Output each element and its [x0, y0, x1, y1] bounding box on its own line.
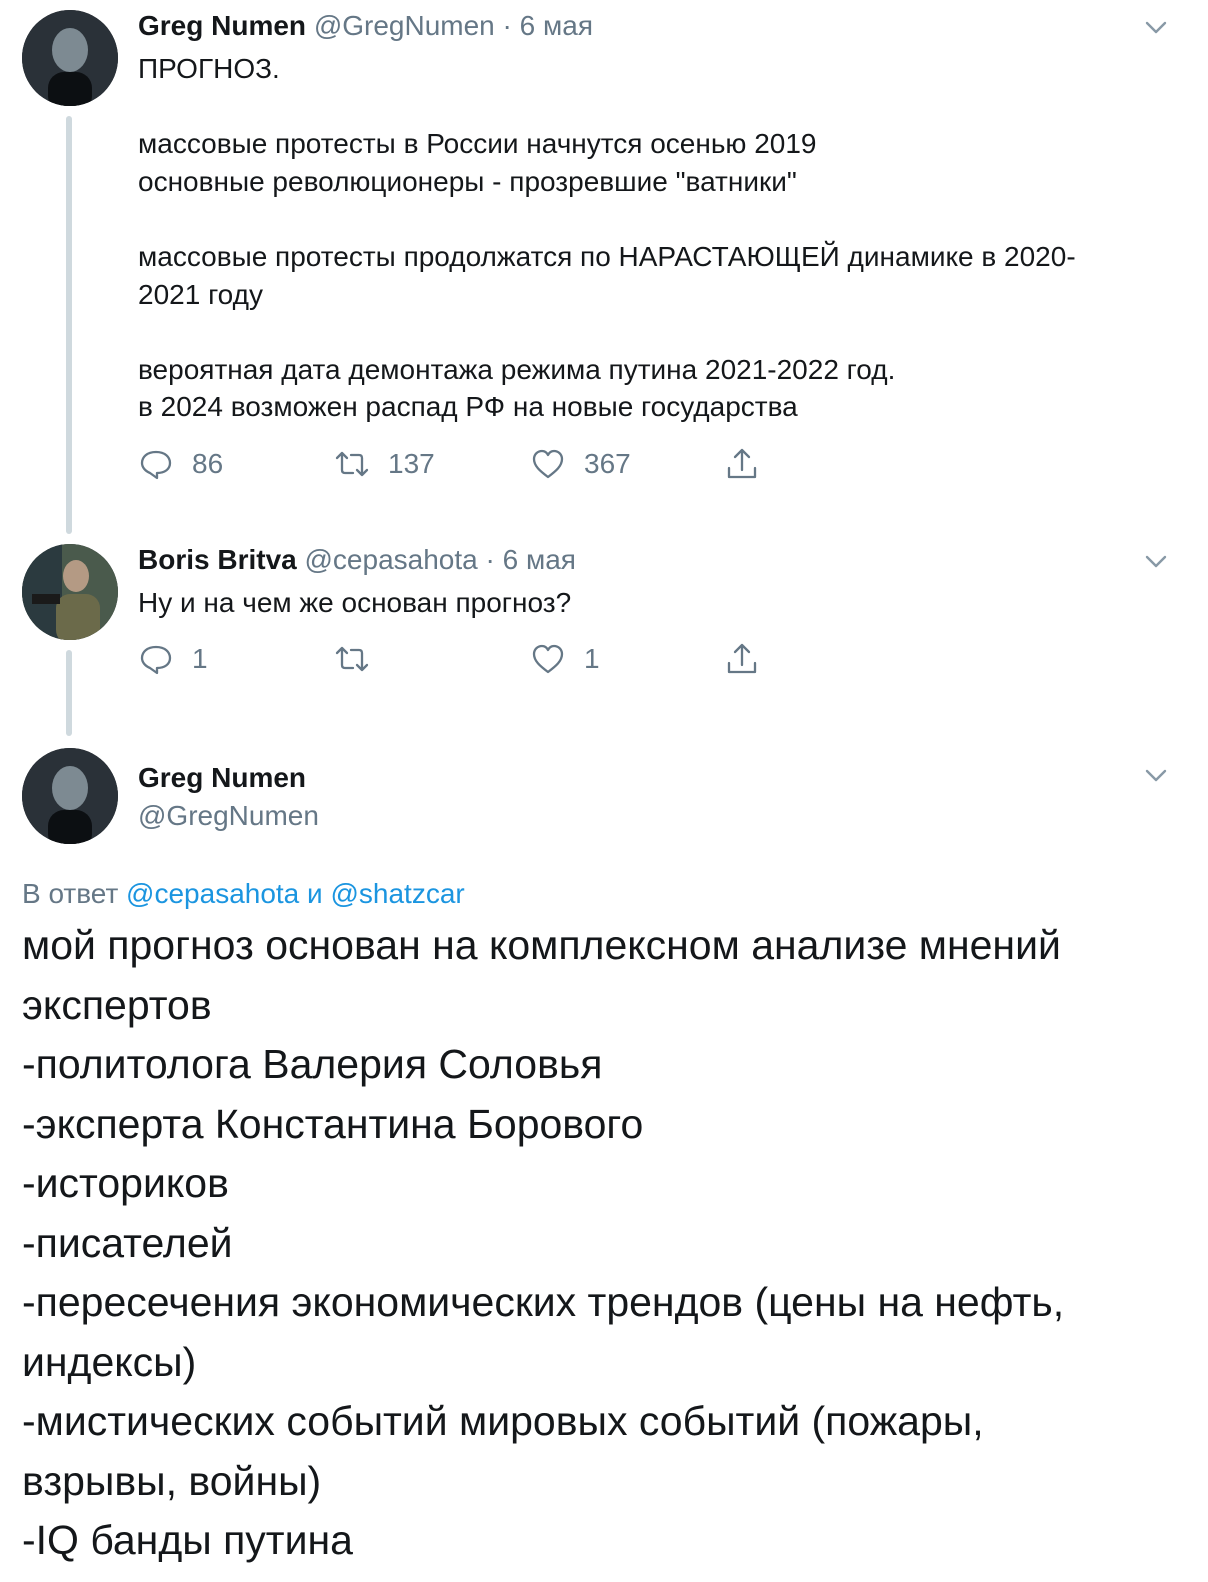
heart-icon [532, 449, 564, 479]
avatar-boris-britva[interactable] [22, 544, 118, 640]
reply-to-and: и [307, 878, 323, 909]
tweet1-separator: · [502, 10, 512, 41]
reply-to-prefix: В ответ [22, 878, 119, 909]
reply-to-line: В ответ @cepasahota и @shatzcar [22, 878, 465, 910]
avatar-image [22, 10, 118, 106]
tweet1-like-count: 367 [584, 448, 631, 479]
tweet1-text-line: ПРОГНОЗ. [138, 53, 280, 84]
tweet3-text-line: мой прогноз основан на комплексном анали… [22, 922, 1061, 968]
thread-line [66, 116, 72, 534]
heart-icon [532, 644, 564, 674]
tweet3-author-handle[interactable]: @GregNumen [138, 800, 319, 832]
tweet3-text-line: -эксперта Константина Борового [22, 1100, 644, 1147]
tweet1-reply-count: 86 [192, 448, 224, 479]
tweet1-header: Greg Numen @GregNumen · 6 мая [138, 10, 593, 42]
tweet2-separator: · [485, 544, 495, 575]
chevron-down-icon[interactable] [1142, 762, 1170, 790]
tweet3-text-line: индексы) [22, 1338, 197, 1385]
avatar-image [22, 544, 118, 640]
tweet2-author-handle[interactable]: @cepasahota [305, 544, 478, 575]
tweet1-text-line: в 2024 возможен распад РФ на новые госуд… [138, 391, 798, 423]
tweet3-author-name[interactable]: Greg Numen [138, 762, 306, 794]
tweet2-like-count: 1 [584, 643, 600, 674]
tweet3-text-line: взрывы, войны) [22, 1457, 322, 1504]
reply-icon [140, 450, 172, 480]
tweet2-author-name[interactable]: Boris Britva [138, 544, 297, 575]
tweet1-like-button[interactable]: 367 [530, 446, 631, 482]
share-icon [727, 643, 757, 674]
tweet1-text-line: вероятная дата демонтажа режима путина 2… [138, 353, 896, 385]
tweet1-text-line: 2021 году [138, 278, 263, 310]
tweet3-text: мой прогноз основан на комплексном анали… [22, 916, 1192, 1571]
reply-to-mention-shatzcar[interactable]: @shatzcar [330, 878, 464, 909]
tweet1-retweet-button[interactable]: 137 [334, 446, 435, 482]
tweet3-text-line: -писателей [22, 1219, 233, 1266]
tweet1-text-line: основные революционеры - прозревшие "ват… [138, 165, 797, 197]
tweet3-text-line: -мистических событий мировых событий (по… [22, 1398, 984, 1444]
tweet1-text-line [138, 313, 1178, 351]
reply-icon [140, 645, 172, 675]
tweet1-share-button[interactable] [724, 446, 760, 482]
share-icon [727, 448, 757, 479]
tweet3-text-line: -историков [22, 1160, 229, 1206]
tweet2-text: Ну и на чем же основан прогноз? [138, 587, 572, 618]
tweet1-text: ПРОГНОЗ. массовые протесты в России начну… [138, 50, 1178, 426]
avatar-greg-numen[interactable] [22, 10, 118, 106]
tweet3-text-line: экспертов [22, 981, 212, 1028]
tweet1-text-line: массовые протесты продолжатся по НАРАСТА… [138, 240, 1076, 272]
retweet-icon [335, 646, 369, 672]
tweet1-author-name[interactable]: Greg Numen [138, 10, 306, 41]
tweet1-retweet-count: 137 [388, 448, 435, 479]
chevron-down-icon[interactable] [1142, 548, 1170, 576]
tweet3-text-line: -IQ банды путина [22, 1517, 353, 1563]
tweet1-author-handle[interactable]: @GregNumen [314, 10, 495, 41]
tweet2-date[interactable]: 6 мая [503, 544, 576, 575]
reply-to-mention-cepasahota[interactable]: @cepasahota [126, 878, 299, 909]
tweet3-text-line: -политолога Валерия Соловья [22, 1041, 603, 1087]
tweet2-reply-count: 1 [192, 643, 208, 674]
tweet1-text-line [138, 88, 1178, 126]
tweet2-header: Boris Britva @cepasahota · 6 мая [138, 544, 576, 576]
tweet3-text-line: -пересечения экономических трендов (цены… [22, 1279, 1065, 1325]
avatar-greg-numen[interactable] [22, 748, 118, 844]
tweet2-share-button[interactable] [724, 641, 760, 677]
tweet1-reply-button[interactable]: 86 [138, 446, 223, 482]
tweet1-text-line [138, 200, 1178, 238]
thread-line [66, 650, 72, 736]
chevron-down-icon[interactable] [1142, 14, 1170, 42]
retweet-icon [335, 451, 369, 477]
tweet2-like-button[interactable]: 1 [530, 641, 600, 677]
tweet1-date[interactable]: 6 мая [520, 10, 593, 41]
avatar-image [22, 748, 118, 844]
tweet1-text-line: массовые протесты в России начнутся осен… [138, 128, 817, 160]
tweet2-reply-button[interactable]: 1 [138, 641, 208, 677]
tweet2-retweet-button[interactable] [334, 641, 388, 677]
